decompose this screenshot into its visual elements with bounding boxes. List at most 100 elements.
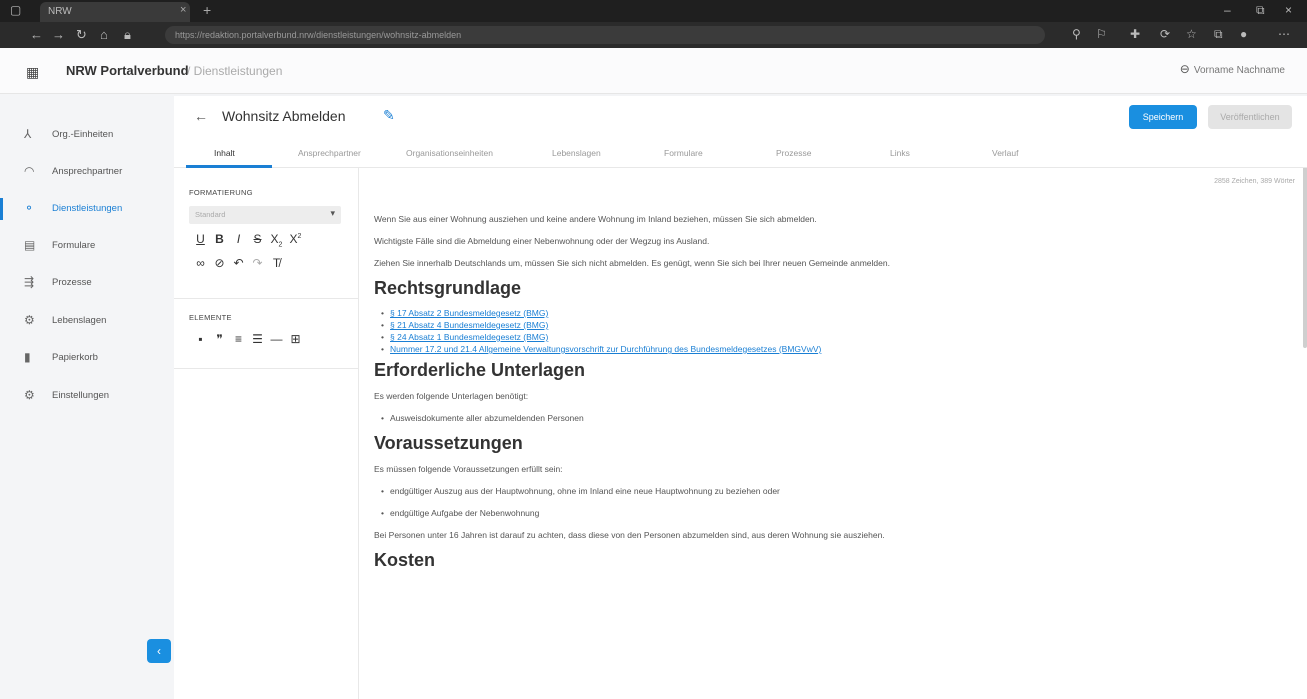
page-title: Wohnsitz Abmelden xyxy=(222,108,346,124)
documents-list: Ausweisdokumente aller abzumeldenden Per… xyxy=(381,411,919,426)
legal-link[interactable]: § 17 Absatz 2 Bundesmeldegesetz (BMG) xyxy=(390,308,548,318)
heading-kosten: Kosten xyxy=(374,550,436,570)
user-menu[interactable]: ⊖ Vorname Nachname xyxy=(1180,62,1285,76)
sidebar-item-org-einheiten[interactable]: ⅄ Org.-Einheiten xyxy=(0,120,174,150)
sidebar-item-label: Lebenslagen xyxy=(52,315,107,326)
back-arrow-icon[interactable]: ← xyxy=(194,108,208,124)
underline-icon[interactable]: U xyxy=(191,232,210,246)
sidebar-item-lebenslagen[interactable]: ⚙ Lebenslagen xyxy=(0,306,174,336)
rich-text-editor[interactable]: 2858 Zeichen, 389 Wörter Wenn Sie aus ei… xyxy=(360,168,1307,699)
formatting-panel: FORMATIERUNG Standard ▾ U B I S X2 X2 ∞ ⊘ ↶ ↷ T̸ … xyxy=(174,168,359,699)
scrollbar[interactable] xyxy=(1303,168,1307,348)
window-menu-icon[interactable]: ▢ xyxy=(10,3,21,17)
quote-icon[interactable]: ❞ xyxy=(210,332,229,346)
browser-tab[interactable]: NRW xyxy=(40,2,190,22)
paragraph-style-select[interactable]: Standard ▾ xyxy=(189,206,341,224)
italic-icon[interactable]: I xyxy=(229,232,248,246)
tab-prozesse[interactable]: Prozesse xyxy=(776,148,811,158)
editor-content: Wenn Sie aus einer Wohnung ausziehen und… xyxy=(374,212,919,579)
profile-icon[interactable]: ● xyxy=(1240,27,1247,41)
unlink-icon[interactable]: ⊘ xyxy=(210,256,229,270)
extension-icon[interactable]: ✚ xyxy=(1130,27,1140,41)
extension-icon[interactable]: ⚐ xyxy=(1096,27,1107,41)
sidebar-item-dienstleistungen[interactable]: ⚬ Dienstleistungen xyxy=(0,194,174,224)
undo-icon[interactable]: ↶ xyxy=(229,256,248,270)
reload-icon[interactable]: ↻ xyxy=(76,27,87,43)
tab-formulare[interactable]: Formulare xyxy=(664,148,703,158)
sidebar-item-papierkorb[interactable]: ▮ Papierkorb xyxy=(0,343,174,373)
legal-link[interactable]: Nummer 17.2 und 21.4 Allgemeine Verwaltu… xyxy=(390,344,821,354)
redo-icon[interactable]: ↷ xyxy=(248,256,267,270)
home-icon[interactable]: ⌂ xyxy=(100,27,108,42)
sidebar-item-einstellungen[interactable]: ⚙ Einstellungen xyxy=(0,381,174,411)
extension-icon[interactable]: ☆ xyxy=(1186,27,1197,41)
ordered-list-icon[interactable]: ≡ xyxy=(229,332,248,346)
sidebar-item-label: Einstellungen xyxy=(52,390,110,401)
tab-ansprechpartner[interactable]: Ansprechpartner xyxy=(298,148,361,158)
main-panel: ← Wohnsitz Abmelden ✎ Speichern Veröffen… xyxy=(174,96,1307,699)
requirements-list: endgültiger Auszug aus der Hauptwohnung,… xyxy=(381,484,919,521)
forward-icon[interactable]: → xyxy=(52,27,65,42)
horizontal-rule-icon[interactable]: — xyxy=(267,332,286,346)
heading-erforderliche-unterlagen: Erforderliche Unterlagen xyxy=(374,360,586,380)
link-icon[interactable]: ∞ xyxy=(191,256,210,270)
elements-toolbar: ▪ ❞ ≡ ☰ — ⊞ xyxy=(191,332,305,346)
back-icon[interactable]: ← xyxy=(30,27,43,42)
publish-button[interactable]: Veröffentlichen xyxy=(1208,105,1292,129)
tab-links[interactable]: Links xyxy=(890,148,910,158)
divider xyxy=(174,298,359,299)
table-icon[interactable]: ⊞ xyxy=(286,332,305,346)
text-action-toolbar: ∞ ⊘ ↶ ↷ T̸ xyxy=(191,256,286,270)
extension-icon[interactable]: ⚲ xyxy=(1072,27,1081,41)
paragraph-style-value: Standard xyxy=(195,210,226,219)
clear-format-icon[interactable]: T̸ xyxy=(267,256,286,270)
collections-icon[interactable]: ⧉ xyxy=(1214,27,1223,42)
bold-icon[interactable]: B xyxy=(210,232,229,246)
paragraph: Ziehen Sie innerhalb Deutschlands um, mü… xyxy=(374,258,890,268)
legal-link[interactable]: § 24 Absatz 1 Bundesmeldegesetz (BMG) xyxy=(390,332,548,342)
tab-inhalt[interactable]: Inhalt xyxy=(214,148,235,158)
pencil-icon[interactable]: ✎ xyxy=(383,107,395,124)
legal-links-list: § 17 Absatz 2 Bundesmeldegesetz (BMG) § … xyxy=(381,307,919,355)
more-icon[interactable]: ⋯ xyxy=(1278,27,1290,41)
key-icon: ⚬ xyxy=(24,201,35,215)
trash-icon: ▮ xyxy=(24,350,31,364)
list-item: Nummer 17.2 und 21.4 Allgemeine Verwaltu… xyxy=(381,343,919,355)
save-button[interactable]: Speichern xyxy=(1129,105,1197,129)
strikethrough-icon[interactable]: S xyxy=(248,232,267,246)
form-icon: ▤ xyxy=(24,238,36,252)
bulleted-list-icon[interactable]: ☰ xyxy=(248,332,267,346)
contact-icon: ◠ xyxy=(24,164,35,178)
tab-organisationseinheiten[interactable]: Organisationseinheiten xyxy=(406,148,493,158)
tab-close-icon[interactable]: × xyxy=(180,4,186,16)
sidebar-item-label: Prozesse xyxy=(52,277,92,288)
list-item: endgültiger Auszug aus der Hauptwohnung,… xyxy=(381,484,919,499)
paragraph: Wenn Sie aus einer Wohnung ausziehen und… xyxy=(374,214,817,224)
list-item: § 24 Absatz 1 Bundesmeldegesetz (BMG) xyxy=(381,331,919,343)
list-item: Ausweisdokumente aller abzumeldenden Per… xyxy=(381,411,919,426)
sidebar-item-formulare[interactable]: ▤ Formulare xyxy=(0,231,174,261)
character-counter: 2858 Zeichen, 389 Wörter xyxy=(1214,178,1295,185)
close-window-icon[interactable]: × xyxy=(1285,3,1292,17)
legal-link[interactable]: § 21 Absatz 4 Bundesmeldegesetz (BMG) xyxy=(390,320,548,330)
heading-voraussetzungen: Voraussetzungen xyxy=(374,433,523,453)
address-bar[interactable]: https://redaktion.portalverbund.nrw/dien… xyxy=(165,26,1045,44)
refresh-extension-icon[interactable]: ⟳ xyxy=(1160,27,1170,41)
maximize-icon[interactable]: ⧉ xyxy=(1256,3,1265,18)
sidebar-item-label: Org.-Einheiten xyxy=(52,129,114,140)
sidebar-item-prozesse[interactable]: ⇶ Prozesse xyxy=(0,268,174,298)
tab-lebenslagen[interactable]: Lebenslagen xyxy=(552,148,601,158)
tab-title: NRW xyxy=(48,6,72,17)
image-icon[interactable]: ▪ xyxy=(191,332,210,346)
elements-section-title: ELEMENTE xyxy=(189,313,232,322)
tab-verlauf[interactable]: Verlauf xyxy=(992,148,1018,158)
sidebar-item-ansprechpartner[interactable]: ◠ Ansprechpartner xyxy=(0,157,174,187)
subscript-icon[interactable]: X2 xyxy=(267,232,286,248)
collapse-sidebar-button[interactable]: ‹ xyxy=(147,639,171,663)
site-info-icon[interactable]: 🔒︎ xyxy=(124,27,131,43)
minimize-icon[interactable]: – xyxy=(1224,3,1231,17)
new-tab-icon[interactable]: + xyxy=(203,2,211,18)
grid-menu-icon[interactable]: ▦ xyxy=(26,64,39,81)
brand-name[interactable]: NRW Portalverbund xyxy=(66,63,189,78)
superscript-icon[interactable]: X2 xyxy=(286,232,305,246)
